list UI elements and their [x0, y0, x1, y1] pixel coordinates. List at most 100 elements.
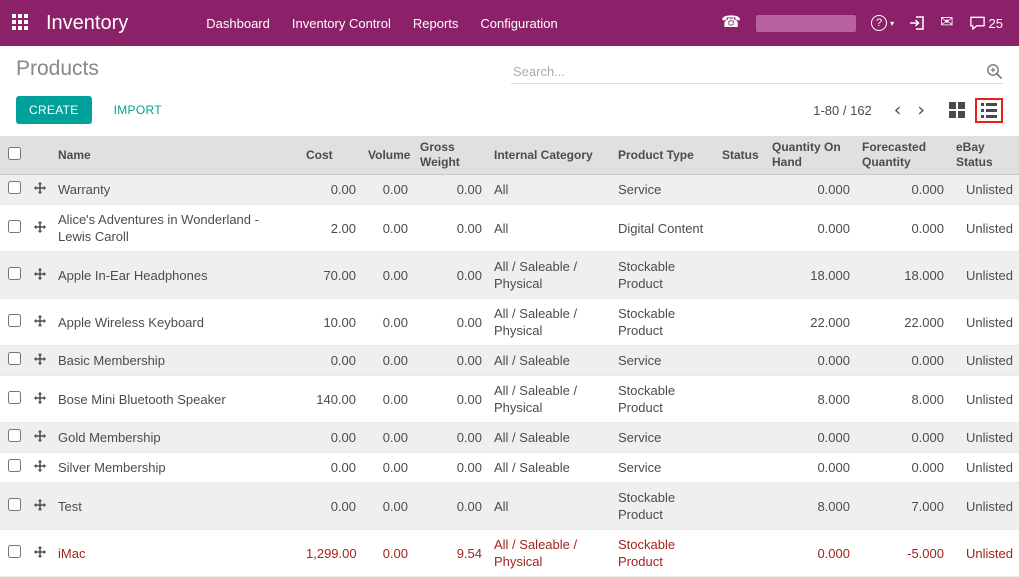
row-checkbox[interactable] [7, 429, 21, 442]
pager-previous-button[interactable]: ‹ [886, 100, 910, 120]
cell-name: Bose Mini Bluetooth Speaker [58, 391, 226, 407]
phone-icon[interactable]: ☎ [721, 15, 741, 31]
col-header-gross-weight[interactable]: Gross Weight [414, 136, 488, 175]
col-header-forecasted-quantity[interactable]: Forecasted Quantity [856, 136, 950, 175]
cell-product-type: Service [618, 353, 662, 368]
cell-ebay-status: Unlisted [966, 498, 1013, 514]
cell-cost: 140.00 [316, 391, 356, 407]
create-button[interactable]: CREATE [16, 96, 92, 124]
col-header-ebay-status[interactable]: eBay Status [950, 136, 1019, 175]
cell-forecasted-quantity: 0.000 [911, 353, 944, 368]
cell-status [716, 299, 766, 346]
search-box [511, 63, 1003, 84]
table-row[interactable]: Basic Membership 0.00 0.00 0.00 All / Sa… [0, 345, 1019, 376]
search-input[interactable] [511, 63, 986, 80]
cell-internal-category: All / Saleable / Physical [494, 537, 578, 569]
drag-handle-icon[interactable] [34, 545, 46, 558]
table-row[interactable]: Warranty 0.00 0.00 0.00 All Service 0.00… [0, 174, 1019, 205]
topbar-right: ☎ ? ▾ ✉ 25 [721, 14, 1003, 32]
drag-handle-icon[interactable] [34, 391, 46, 404]
cell-name: Alice's Adventures in Wonderland - Lewis… [58, 212, 259, 244]
row-checkbox-cell [0, 205, 28, 252]
row-checkbox[interactable] [7, 181, 21, 194]
table-row[interactable]: Alice's Adventures in Wonderland - Lewis… [0, 204, 1019, 252]
row-checkbox[interactable] [7, 352, 21, 365]
kanban-view-icon[interactable] [949, 102, 965, 118]
menu-item-reports[interactable]: Reports [413, 16, 459, 31]
apps-menu-icon[interactable] [12, 14, 30, 32]
row-checkbox[interactable] [7, 459, 21, 472]
drag-handle-icon[interactable] [34, 460, 46, 472]
cell-internal-category: All / Saleable [494, 353, 570, 368]
drag-handle-icon[interactable] [34, 314, 46, 327]
table-row[interactable]: iMac 1,299.00 0.00 9.54 All / Saleable /… [0, 529, 1019, 577]
menu-item-inventory-control[interactable]: Inventory Control [292, 16, 391, 31]
cell-volume: 0.00 [382, 545, 408, 561]
page-title: Products [16, 57, 99, 80]
row-checkbox[interactable] [7, 497, 21, 511]
pager-next-button[interactable]: › [909, 100, 933, 120]
table-row[interactable]: Test 0.00 0.00 0.00 All Stockable Produc… [0, 482, 1019, 530]
row-checkbox[interactable] [7, 266, 21, 280]
cell-internal-category: All / Saleable / Physical [494, 259, 578, 291]
cell-forecasted-quantity: 0.000 [911, 460, 944, 475]
drag-handle-icon[interactable] [34, 182, 46, 194]
row-handle-cell [28, 205, 52, 252]
cell-cost: 0.00 [330, 498, 356, 514]
cell-forecasted-quantity: 22.000 [904, 314, 944, 330]
row-checkbox-cell [0, 453, 28, 483]
table-row[interactable]: Apple Wireless Keyboard 10.00 0.00 0.00 … [0, 298, 1019, 346]
drag-handle-icon[interactable] [34, 498, 46, 511]
help-menu[interactable]: ? ▾ [871, 15, 894, 31]
view-switcher [949, 97, 1003, 123]
chat-bubble-icon [969, 16, 985, 30]
row-checkbox[interactable] [7, 544, 21, 558]
menu-item-configuration[interactable]: Configuration [480, 16, 557, 31]
cell-product-type: Service [618, 430, 662, 445]
row-checkbox[interactable] [7, 390, 21, 404]
topbar-menu: Dashboard Inventory Control Reports Conf… [206, 16, 557, 31]
cell-status [716, 483, 766, 530]
cell-internal-category: All [494, 182, 509, 197]
table-row[interactable]: Silver Membership 0.00 0.00 0.00 All / S… [0, 452, 1019, 483]
row-checkbox-cell [0, 423, 28, 453]
cell-cost: 1,299.00 [306, 545, 357, 561]
table-row[interactable]: Gold Membership 0.00 0.00 0.00 All / Sal… [0, 422, 1019, 453]
cell-cost: 70.00 [323, 267, 356, 283]
cell-ebay-status: Unlisted [966, 353, 1013, 368]
cell-product-type: Stockable Product [618, 259, 676, 291]
row-checkbox[interactable] [7, 313, 21, 327]
col-header-status[interactable]: Status [716, 136, 766, 175]
row-checkbox-cell [0, 530, 28, 577]
row-handle-cell [28, 423, 52, 453]
col-header-product-type[interactable]: Product Type [612, 136, 716, 175]
drag-handle-icon[interactable] [34, 220, 46, 233]
messages-button[interactable]: 25 [969, 15, 1003, 31]
row-handle-cell [28, 453, 52, 483]
cell-cost: 2.00 [330, 220, 356, 236]
handle-column-header [28, 136, 52, 175]
col-header-quantity-on-hand[interactable]: Quantity On Hand [766, 136, 856, 175]
col-header-volume[interactable]: Volume [362, 136, 414, 175]
menu-item-dashboard[interactable]: Dashboard [206, 16, 270, 31]
search-zoom-icon[interactable] [986, 63, 1003, 80]
row-checkbox[interactable] [7, 219, 21, 233]
col-header-internal-category[interactable]: Internal Category [488, 136, 612, 175]
col-header-cost[interactable]: Cost [300, 136, 362, 175]
sign-in-icon[interactable] [909, 15, 925, 31]
table-row[interactable]: Apple In-Ear Headphones 70.00 0.00 0.00 … [0, 251, 1019, 299]
cell-internal-category: All / Saleable / Physical [494, 306, 578, 338]
cell-status [716, 423, 766, 453]
cell-internal-category: All / Saleable [494, 430, 570, 445]
select-all-checkbox[interactable] [7, 146, 21, 160]
import-button[interactable]: IMPORT [108, 102, 168, 118]
cell-gross-weight: 0.00 [456, 391, 482, 407]
drag-handle-icon[interactable] [34, 353, 46, 365]
drag-handle-icon[interactable] [34, 267, 46, 280]
cell-name: Gold Membership [58, 430, 161, 445]
col-header-name[interactable]: Name [52, 136, 300, 175]
table-row[interactable]: Bose Mini Bluetooth Speaker 140.00 0.00 … [0, 375, 1019, 423]
list-view-icon[interactable] [981, 102, 997, 118]
drag-handle-icon[interactable] [34, 430, 46, 442]
mail-icon[interactable]: ✉ [940, 15, 953, 31]
